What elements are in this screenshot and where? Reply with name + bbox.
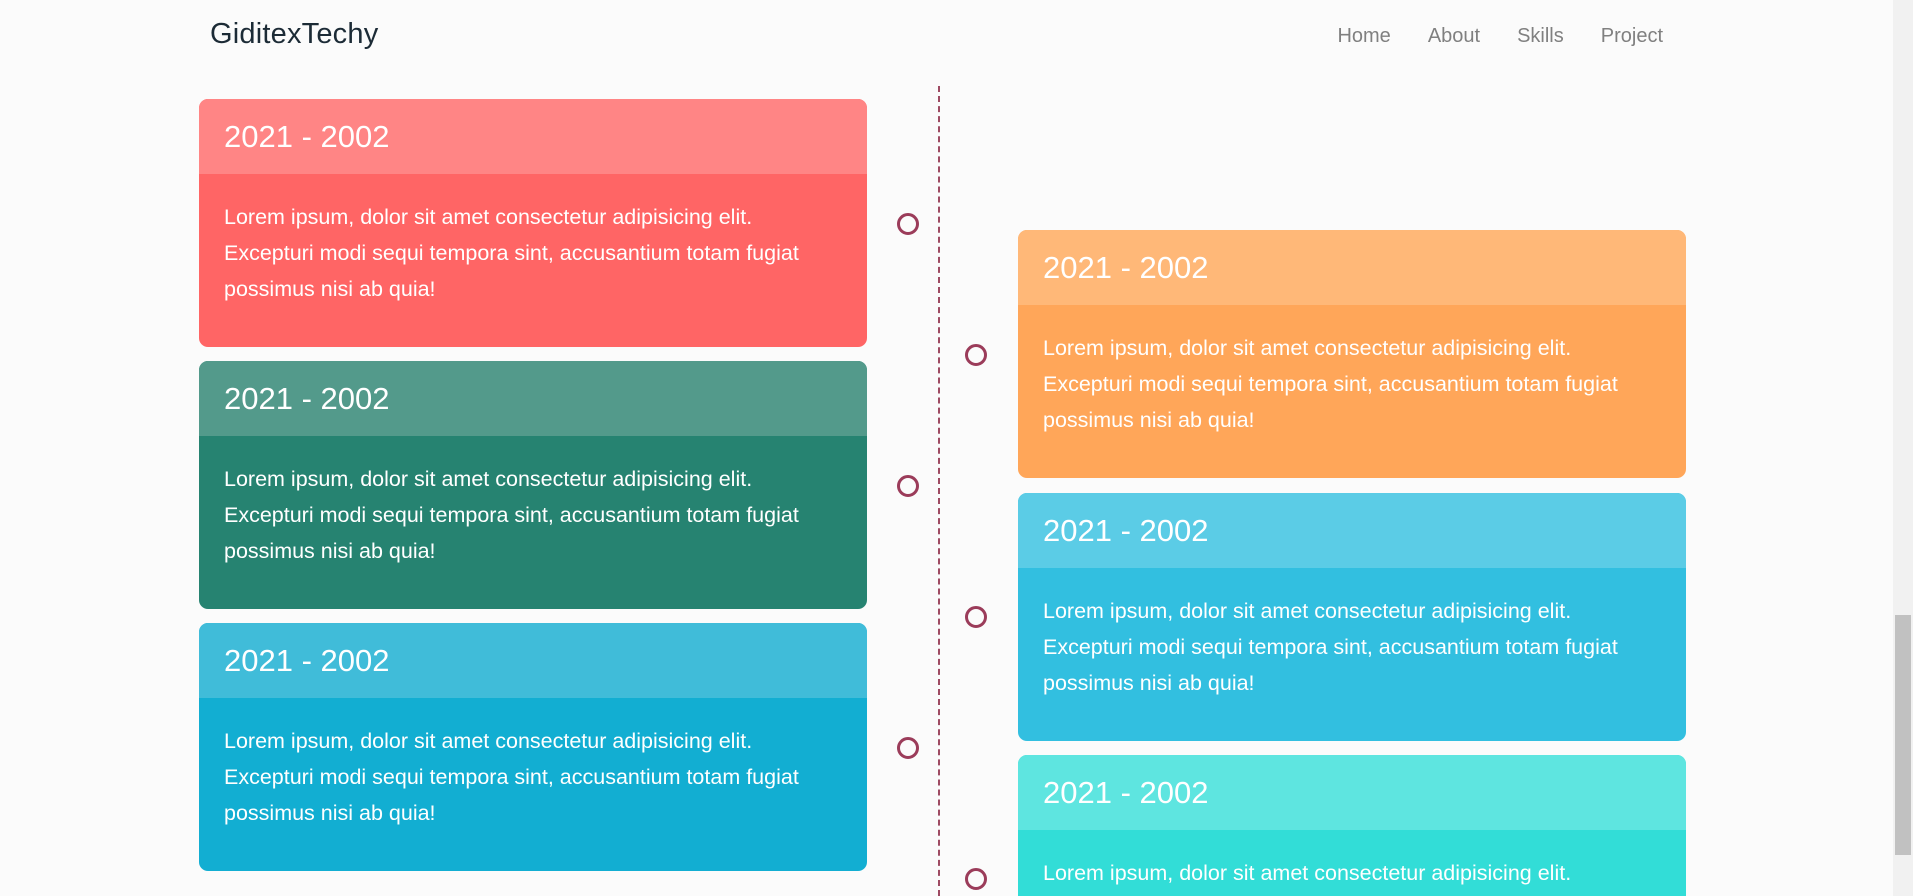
navbar: GiditexTechy Home About Skills Project (0, 0, 1893, 76)
card-header: 2021 - 2002 (199, 99, 867, 174)
nav-link-project[interactable]: Project (1601, 25, 1663, 48)
timeline-dot (897, 475, 919, 497)
card-text: Lorem ipsum, dolor sit amet consectetur … (1043, 599, 1618, 695)
timeline-dot (897, 737, 919, 759)
timeline-card-right-3: 2021 - 2002 Lorem ipsum, dolor sit amet … (1018, 755, 1686, 896)
card-year: 2021 - 2002 (224, 642, 390, 678)
card-year: 2021 - 2002 (224, 118, 390, 154)
card-header: 2021 - 2002 (199, 623, 867, 698)
brand-logo[interactable]: GiditexTechy (210, 18, 378, 51)
card-year: 2021 - 2002 (1043, 249, 1209, 285)
card-year: 2021 - 2002 (224, 380, 390, 416)
card-text: Lorem ipsum, dolor sit amet consectetur … (224, 205, 799, 301)
timeline-dot (965, 344, 987, 366)
card-text: Lorem ipsum, dolor sit amet consectetur … (1043, 861, 1572, 885)
scrollbar-thumb[interactable] (1895, 615, 1911, 855)
card-header: 2021 - 2002 (1018, 230, 1686, 305)
nav-link-about[interactable]: About (1428, 25, 1480, 48)
timeline-dot (965, 606, 987, 628)
timeline-dot (965, 868, 987, 890)
nav-links: Home About Skills Project (1337, 25, 1663, 48)
card-text: Lorem ipsum, dolor sit amet consectetur … (1043, 336, 1618, 432)
timeline-line (938, 86, 940, 896)
card-year: 2021 - 2002 (1043, 512, 1209, 548)
timeline-card-right-2: 2021 - 2002 Lorem ipsum, dolor sit amet … (1018, 493, 1686, 741)
timeline-dot (897, 213, 919, 235)
timeline-card-left-1: 2021 - 2002 Lorem ipsum, dolor sit amet … (199, 99, 867, 347)
card-body: Lorem ipsum, dolor sit amet consectetur … (199, 436, 867, 569)
nav-link-skills[interactable]: Skills (1517, 25, 1564, 48)
card-header: 2021 - 2002 (1018, 755, 1686, 830)
card-year: 2021 - 2002 (1043, 774, 1209, 810)
card-text: Lorem ipsum, dolor sit amet consectetur … (224, 467, 799, 563)
card-header: 2021 - 2002 (199, 361, 867, 436)
card-body: Lorem ipsum, dolor sit amet consectetur … (1018, 830, 1686, 891)
card-body: Lorem ipsum, dolor sit amet consectetur … (1018, 305, 1686, 438)
card-body: Lorem ipsum, dolor sit amet consectetur … (1018, 568, 1686, 701)
card-body: Lorem ipsum, dolor sit amet consectetur … (199, 174, 867, 307)
card-body: Lorem ipsum, dolor sit amet consectetur … (199, 698, 867, 831)
card-text: Lorem ipsum, dolor sit amet consectetur … (224, 729, 799, 825)
timeline-card-right-1: 2021 - 2002 Lorem ipsum, dolor sit amet … (1018, 230, 1686, 478)
timeline-card-left-3: 2021 - 2002 Lorem ipsum, dolor sit amet … (199, 623, 867, 871)
timeline-card-left-2: 2021 - 2002 Lorem ipsum, dolor sit amet … (199, 361, 867, 609)
card-header: 2021 - 2002 (1018, 493, 1686, 568)
nav-link-home[interactable]: Home (1337, 25, 1390, 48)
